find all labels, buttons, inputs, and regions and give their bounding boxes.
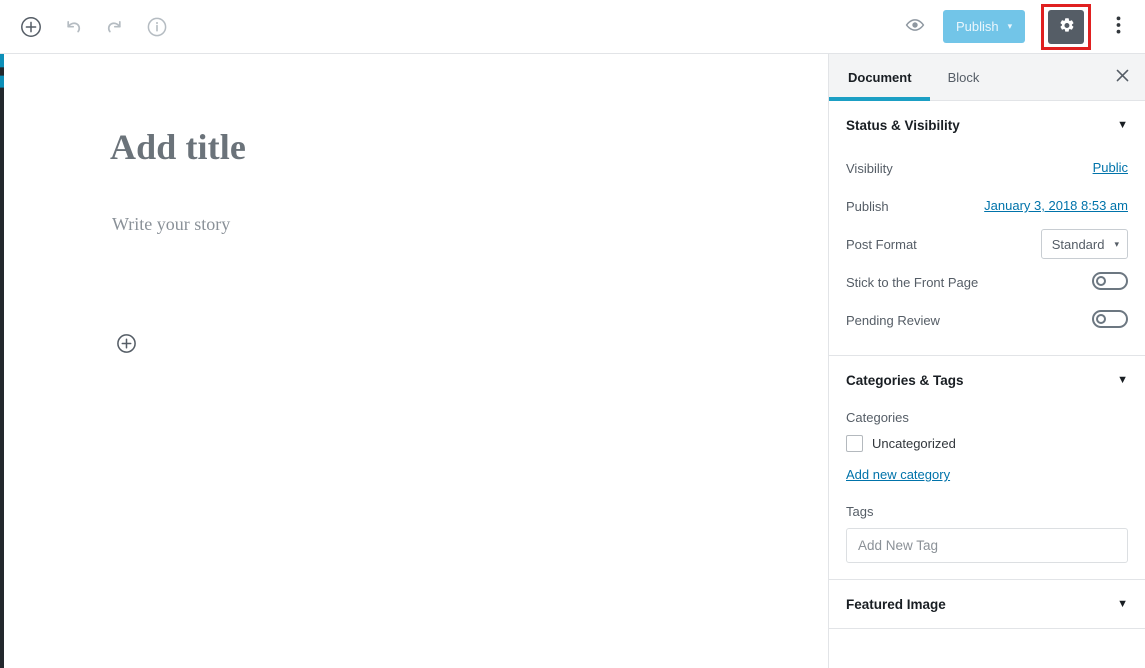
post-body-placeholder[interactable]: Write your story — [112, 214, 230, 235]
panel-categories-tags: Categories & Tags ▼ Categories Uncategor… — [829, 356, 1145, 580]
editor-toolbar: Publish ▾ — [0, 0, 1145, 54]
publish-button-label: Publish — [956, 19, 999, 34]
category-item-uncategorized: Uncategorized — [846, 435, 1128, 452]
add-block-button[interactable] — [14, 10, 48, 44]
preview-button[interactable] — [897, 10, 933, 44]
row-sticky: Stick to the Front Page — [846, 263, 1128, 301]
editor-canvas[interactable]: Add title Write your story — [4, 54, 828, 668]
panel-categories-tags-body: Categories Uncategorized Add new categor… — [829, 410, 1145, 579]
add-new-category-link[interactable]: Add new category — [846, 467, 950, 482]
panel-status-visibility-title: Status & Visibility — [846, 117, 960, 133]
chevron-down-icon: ▼ — [1117, 118, 1128, 131]
toggle-knob — [1096, 275, 1106, 286]
visibility-label: Visibility — [846, 160, 893, 176]
plus-circle-icon — [116, 333, 137, 357]
chevron-down-icon: ▼ — [1117, 597, 1128, 610]
toolbar-left-group — [0, 10, 174, 44]
redo-arrow-icon — [104, 16, 126, 38]
post-title-placeholder[interactable]: Add title — [110, 126, 246, 168]
panel-featured-image-title: Featured Image — [846, 596, 946, 612]
info-circle-icon — [146, 16, 168, 38]
settings-button-highlight — [1041, 3, 1091, 50]
gutenberg-editor-window: Publish ▾ Add title Write your story Doc… — [0, 0, 1145, 668]
content-structure-button[interactable] — [140, 10, 174, 44]
panel-featured-image-header[interactable]: Featured Image ▼ — [829, 580, 1145, 628]
visibility-value-link[interactable]: Public — [1093, 160, 1128, 175]
post-format-selected-value: Standard — [1051, 236, 1105, 252]
tab-document[interactable]: Document — [829, 54, 930, 101]
chevron-down-icon: ▾ — [1114, 238, 1119, 249]
row-pending-review: Pending Review — [846, 301, 1128, 339]
settings-button[interactable] — [1048, 9, 1084, 44]
post-format-select[interactable]: Standard ▾ — [1040, 229, 1128, 259]
categories-label: Categories — [846, 410, 909, 425]
panel-featured-image: Featured Image ▼ — [829, 580, 1145, 629]
pending-review-toggle[interactable] — [1092, 309, 1128, 328]
category-name: Uncategorized — [872, 436, 956, 451]
panel-status-visibility-header[interactable]: Status & Visibility ▼ — [829, 101, 1145, 149]
pending-review-label: Pending Review — [846, 312, 940, 328]
eye-icon — [904, 14, 926, 39]
row-publish-date: Publish January 3, 2018 8:53 am — [846, 187, 1128, 225]
sidebar-scroll-area[interactable]: Status & Visibility ▼ Visibility Public … — [829, 101, 1145, 668]
tab-document-label: Document — [848, 69, 912, 85]
chevron-down-icon: ▼ — [1117, 373, 1128, 386]
publish-button[interactable]: Publish ▾ — [943, 10, 1025, 43]
panel-status-visibility: Status & Visibility ▼ Visibility Public … — [829, 101, 1145, 356]
kebab-menu-icon — [1116, 15, 1121, 38]
close-icon — [1115, 68, 1130, 86]
sticky-toggle[interactable] — [1092, 271, 1128, 290]
more-options-button[interactable] — [1101, 10, 1135, 44]
plus-circle-icon — [20, 16, 42, 38]
panel-categories-tags-title: Categories & Tags — [846, 372, 964, 388]
panel-status-visibility-body: Visibility Public Publish January 3, 201… — [829, 149, 1145, 355]
undo-arrow-icon — [62, 16, 84, 38]
row-visibility: Visibility Public — [846, 149, 1128, 187]
post-format-label: Post Format — [846, 236, 917, 252]
gear-icon — [1057, 16, 1076, 38]
undo-button[interactable] — [56, 10, 90, 44]
chevron-down-icon: ▾ — [1007, 21, 1013, 31]
close-sidebar-button[interactable] — [1099, 54, 1145, 100]
toolbar-right-group: Publish ▾ — [897, 3, 1145, 50]
redo-button[interactable] — [98, 10, 132, 44]
tag-input[interactable] — [846, 528, 1128, 563]
publish-date-label: Publish — [846, 198, 889, 214]
tags-label: Tags — [846, 504, 874, 519]
sticky-label: Stick to the Front Page — [846, 274, 979, 290]
row-post-format: Post Format Standard ▾ — [846, 225, 1128, 263]
category-checkbox[interactable] — [846, 435, 863, 452]
block-inserter-button[interactable] — [115, 334, 137, 356]
toggle-knob — [1096, 313, 1106, 324]
panel-categories-tags-header[interactable]: Categories & Tags ▼ — [829, 356, 1145, 404]
tab-block[interactable]: Block — [930, 54, 998, 100]
tab-block-label: Block — [947, 69, 980, 85]
settings-sidebar: Document Block Status & Visibility ▼ Vis… — [828, 54, 1145, 668]
sidebar-tab-bar: Document Block — [829, 54, 1145, 101]
publish-date-value-link[interactable]: January 3, 2018 8:53 am — [984, 198, 1128, 213]
